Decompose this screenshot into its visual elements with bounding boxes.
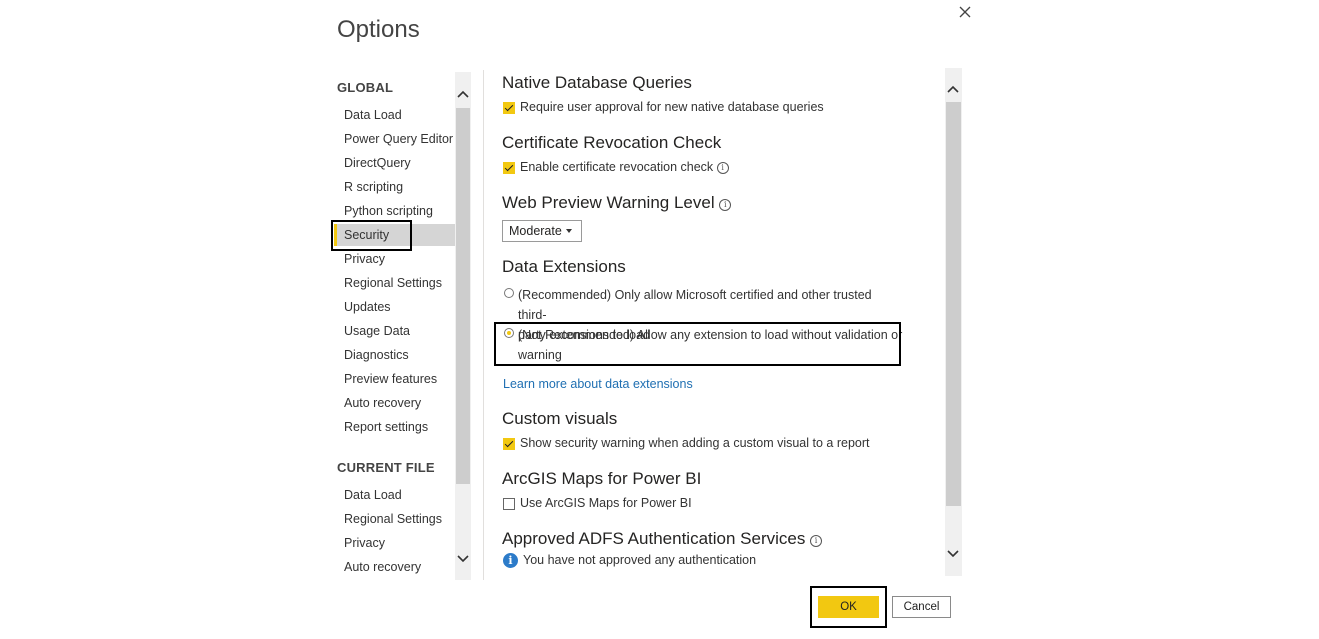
data-ext-option2-line2: warning xyxy=(518,348,562,362)
nav-item-report-settings[interactable]: Report settings xyxy=(334,416,455,438)
web-preview-title: Web Preview Warning Level i xyxy=(502,193,732,213)
content-scrollbar-thumb[interactable] xyxy=(946,102,961,506)
data-ext-option-not-recommended[interactable]: (Not Recommended) Allow any extension to… xyxy=(518,325,903,365)
nav-item-python-scripting[interactable]: Python scripting xyxy=(334,200,455,222)
dialog-title: Options xyxy=(337,16,420,43)
nav-item-usage-data[interactable]: Usage Data xyxy=(334,320,455,342)
info-filled-icon: i xyxy=(503,553,518,568)
arcgis-checkbox[interactable] xyxy=(503,498,515,510)
custom-visuals-label: Show security warning when adding a cust… xyxy=(520,436,870,450)
arcgis-label: Use ArcGIS Maps for Power BI xyxy=(520,496,692,510)
data-ext-radio-recommended[interactable] xyxy=(504,288,514,298)
nav-item-auto-recovery[interactable]: Auto recovery xyxy=(334,392,455,414)
nav-item-diagnostics[interactable]: Diagnostics xyxy=(334,344,455,366)
native-db-checkbox[interactable] xyxy=(503,102,515,114)
nav-item-regional-settings[interactable]: Regional Settings xyxy=(334,272,455,294)
nav-scroll-down-button[interactable] xyxy=(455,551,471,567)
custom-visuals-checkbox[interactable] xyxy=(503,438,515,450)
custom-visuals-title: Custom visuals xyxy=(502,409,618,428)
nav-item-r-scripting[interactable]: R scripting xyxy=(334,176,455,198)
chevron-down-icon xyxy=(457,555,469,563)
data-ext-option2-line1: (Not Recommended) Allow any extension to… xyxy=(518,328,903,342)
info-icon[interactable]: i xyxy=(719,199,732,211)
nav-scrollbar-thumb[interactable] xyxy=(456,108,470,484)
content-divider xyxy=(483,70,484,580)
nav-current-file-header: CURRENT FILE xyxy=(337,460,435,475)
close-icon xyxy=(959,6,971,18)
nav-item-privacy[interactable]: Privacy xyxy=(334,248,455,270)
arcgis-title: ArcGIS Maps for Power BI xyxy=(502,469,702,488)
nav-item-security[interactable]: Security xyxy=(334,224,455,246)
chevron-up-icon xyxy=(457,90,469,98)
ok-button[interactable]: OK xyxy=(818,596,879,618)
content-scroll-down-button[interactable] xyxy=(945,546,961,562)
cert-title: Certificate Revocation Check xyxy=(502,133,722,152)
adfs-title-text: Approved ADFS Authentication Services xyxy=(502,529,806,548)
nav-item-power-query-editor[interactable]: Power Query Editor xyxy=(334,128,455,150)
nav-global-header: GLOBAL xyxy=(337,80,394,95)
cert-label: Enable certificate revocation check xyxy=(520,160,714,174)
cert-option: Enable certificate revocation check i xyxy=(520,160,729,174)
web-preview-dropdown[interactable]: Moderate xyxy=(502,220,582,242)
data-ext-radio-not-recommended[interactable] xyxy=(504,328,514,338)
nav-item-file-auto-recovery[interactable]: Auto recovery xyxy=(334,556,455,578)
chevron-down-icon xyxy=(947,550,959,558)
nav-item-updates[interactable]: Updates xyxy=(334,296,455,318)
nav-item-directquery[interactable]: DirectQuery xyxy=(334,152,455,174)
native-db-label: Require user approval for new native dat… xyxy=(520,100,824,114)
info-icon[interactable]: i xyxy=(716,162,729,174)
options-dialog: Options GLOBAL Data Load Power Query Edi… xyxy=(0,0,1319,639)
native-db-title: Native Database Queries xyxy=(502,73,692,92)
nav-item-file-data-load[interactable]: Data Load xyxy=(334,484,455,506)
info-icon[interactable]: i xyxy=(810,535,823,547)
content-scroll-up-button[interactable] xyxy=(945,81,961,97)
adfs-message: You have not approved any authentication xyxy=(523,553,757,567)
close-button[interactable] xyxy=(955,2,975,22)
nav-item-file-regional-settings[interactable]: Regional Settings xyxy=(334,508,455,530)
nav-item-preview-features[interactable]: Preview features xyxy=(334,368,455,390)
chevron-up-icon xyxy=(947,85,959,93)
nav-item-file-privacy[interactable]: Privacy xyxy=(334,532,455,554)
adfs-title: Approved ADFS Authentication Services i xyxy=(502,529,823,549)
nav-item-data-load[interactable]: Data Load xyxy=(334,104,455,126)
caret-down-icon xyxy=(566,229,572,233)
learn-more-link[interactable]: Learn more about data extensions xyxy=(503,377,693,391)
cert-checkbox[interactable] xyxy=(503,162,515,174)
data-ext-title: Data Extensions xyxy=(502,257,626,276)
nav-scroll-up-button[interactable] xyxy=(455,86,471,102)
data-ext-option1-line1: (Recommended) Only allow Microsoft certi… xyxy=(518,288,872,322)
web-preview-selected: Moderate xyxy=(509,224,562,238)
web-preview-title-text: Web Preview Warning Level xyxy=(502,193,715,212)
cancel-button[interactable]: Cancel xyxy=(892,596,951,618)
